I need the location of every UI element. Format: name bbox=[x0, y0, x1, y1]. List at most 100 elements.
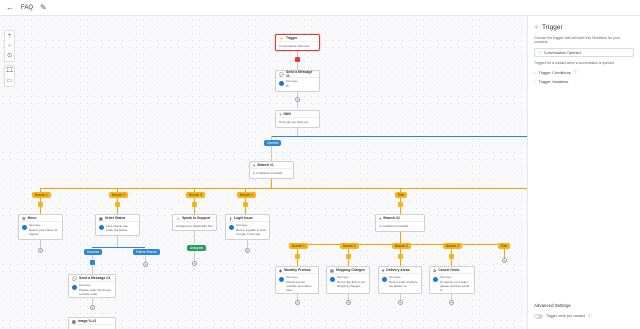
image-icon: ▦ bbox=[72, 318, 76, 324]
info-icon: ⓘ bbox=[587, 313, 592, 318]
fit-view-button[interactable]: ⊙ bbox=[7, 51, 12, 61]
edge bbox=[92, 247, 145, 248]
chat-icon: 💬 bbox=[279, 71, 284, 77]
branch-chip-opened[interactable]: Opened bbox=[264, 140, 282, 146]
support-node[interactable]: ☺ Speak to Support Assigned to Stephanie … bbox=[172, 214, 217, 231]
user-icon: ☺ bbox=[176, 215, 181, 221]
branch-chip[interactable]: Branch 1 bbox=[289, 243, 308, 249]
channel-icon bbox=[279, 81, 284, 86]
trigger-conditions-toggle[interactable]: › Trigger Conditions ⓘ bbox=[534, 69, 634, 75]
branch-chip[interactable]: Else bbox=[395, 192, 408, 198]
branch-chip[interactable]: Branch 4 bbox=[443, 243, 462, 249]
node-text: Here's a list of where we deliver to bbox=[389, 279, 418, 288]
info-icon: ⓘ bbox=[573, 69, 578, 74]
node-title: Send a Message #3 bbox=[78, 276, 111, 280]
branch-node[interactable]: ⑂ Branch #1 6 conditions provided bbox=[249, 161, 294, 179]
connector-handle bbox=[90, 260, 95, 265]
add-step-icon[interactable]: + bbox=[90, 305, 95, 310]
branch-chip[interactable]: Branch 4 bbox=[237, 192, 256, 198]
node-text: Conversation Opened bbox=[279, 44, 310, 48]
add-step-icon[interactable]: + bbox=[449, 300, 454, 305]
branch-chip[interactable]: Branch 2 bbox=[109, 192, 128, 198]
node-title: Delivery Areas bbox=[386, 268, 410, 272]
add-step-icon[interactable]: + bbox=[192, 261, 197, 266]
branch-icon: ⑂ bbox=[379, 215, 382, 221]
order-status-node[interactable]: ▣ Order Status Let's check your order via… bbox=[95, 214, 140, 236]
trigger-node[interactable]: ⚡ Trigger Conversation Opened bbox=[275, 34, 320, 51]
tool-b-button[interactable]: ▭ bbox=[7, 76, 13, 86]
canvas-tools: ⌶⌶ ▭ bbox=[4, 65, 15, 87]
branch-chip[interactable]: Branch 3 bbox=[186, 192, 205, 198]
arrow-left-icon[interactable]: ← bbox=[6, 3, 14, 12]
add-step-icon[interactable]: + bbox=[398, 300, 403, 305]
workflow-canvas[interactable]: + − ⊙ ⌶⌶ ▭ + Opened ⚡ Trigger Conversatio… bbox=[0, 16, 527, 329]
panel-description: Choose the trigger that will start this … bbox=[534, 36, 621, 44]
add-step-icon[interactable]: + bbox=[346, 300, 351, 305]
tool-a-button[interactable]: ⌶⌶ bbox=[6, 66, 13, 76]
assigned-chip[interactable]: Assigned bbox=[187, 245, 207, 251]
node-text: Let's check your order via status bbox=[106, 224, 129, 233]
node-text: How can we help you bbox=[279, 120, 309, 124]
trigger-variables-toggle[interactable]: › Trigger Variables bbox=[534, 79, 634, 84]
reply-node[interactable]: ? NNN How can we help you bbox=[275, 110, 320, 128]
connector-handle bbox=[398, 202, 403, 207]
node-title: Cancel Order bbox=[438, 268, 460, 272]
pencil-icon[interactable]: ✎ bbox=[40, 3, 47, 12]
zoom-in-button[interactable]: + bbox=[8, 31, 12, 41]
node-text: Assigned to Stephanie Tan bbox=[176, 224, 213, 228]
send-message-node[interactable]: 💬 Send a Message #3 Message Please enter t… bbox=[68, 274, 116, 298]
branch-chip-success[interactable]: Success bbox=[84, 249, 103, 255]
branch-chip[interactable]: Branch 2 bbox=[340, 243, 359, 249]
node-title: Send a Message #1 bbox=[285, 70, 313, 78]
chat-icon: ◔ bbox=[538, 50, 541, 55]
login-node[interactable]: ⚷ Login Issue Message Here's a guide to ho… bbox=[225, 214, 270, 240]
channel-icon bbox=[72, 285, 77, 290]
node-text: To cancel your order please send an emai… bbox=[440, 279, 470, 292]
channel-icon bbox=[330, 277, 335, 282]
connector-handle bbox=[398, 254, 403, 259]
monthly-promos-node[interactable]: ◈ Monthly Promos Message Check out our mon… bbox=[275, 266, 319, 294]
add-step-icon[interactable]: + bbox=[502, 258, 507, 263]
add-step-icon[interactable]: + bbox=[245, 248, 250, 253]
edge bbox=[271, 136, 527, 137]
add-step-icon[interactable]: + bbox=[295, 97, 300, 102]
add-step-icon[interactable]: + bbox=[143, 262, 148, 267]
send-message-node[interactable]: 💬 Send a Message #1 Message Hi bbox=[275, 70, 320, 92]
panel-title: Trigger bbox=[542, 24, 563, 31]
key-icon: ⚷ bbox=[229, 215, 232, 221]
chevron-right-icon: › bbox=[534, 69, 536, 75]
add-step-icon[interactable]: + bbox=[295, 300, 300, 305]
branch-node[interactable]: ⑂ Branch #2 4 conditions provided bbox=[375, 214, 425, 232]
menu-node[interactable]: ☰ Menu Message Select your menu for Ingram bbox=[18, 214, 63, 240]
branch-chip[interactable]: Branch 1 bbox=[32, 192, 51, 198]
delivery-node[interactable]: ⌖ Delivery Areas Message Here's a list of … bbox=[378, 266, 422, 294]
trigger-once-toggle[interactable] bbox=[534, 313, 543, 319]
node-text: Please enter the ID get to track order bbox=[79, 287, 111, 296]
connector-handle bbox=[192, 202, 197, 207]
box-icon: ▣ bbox=[99, 215, 103, 221]
sparkle-icon: ✧ bbox=[534, 25, 540, 31]
node-text: Here's the link to our shipping charges bbox=[337, 279, 366, 288]
image-node[interactable]: ▦ Image %-#1 bbox=[68, 317, 116, 329]
connector-handle bbox=[243, 202, 248, 207]
panel-header: ✧ Trigger bbox=[534, 24, 634, 31]
branch-chip[interactable]: Else bbox=[498, 243, 511, 249]
node-text: Hi bbox=[286, 83, 289, 88]
branch-chip-failure[interactable]: Failure Branch bbox=[133, 249, 160, 255]
trigger-select[interactable]: ◔ Conversation Opened bbox=[534, 48, 634, 57]
flash-icon: ⚡ bbox=[279, 35, 284, 41]
cancel-order-node[interactable]: ⊘ Cancel Order Message To cancel your orde… bbox=[429, 266, 475, 294]
branch-chip[interactable]: Branch 3 bbox=[392, 243, 411, 249]
edge bbox=[194, 251, 195, 261]
connector-handle bbox=[295, 254, 300, 259]
shipping-node[interactable]: ▤ Shipping Charges Message Here's the link… bbox=[326, 266, 370, 294]
channel-icon bbox=[279, 277, 284, 282]
chat-icon: 💬 bbox=[72, 275, 77, 281]
trigger-once-row: Trigger once per contact ⓘ bbox=[534, 313, 592, 319]
advanced-settings-heading: Advanced Settings bbox=[534, 303, 571, 308]
edge bbox=[40, 188, 527, 189]
zoom-out-button[interactable]: − bbox=[8, 41, 12, 51]
add-step-icon[interactable]: + bbox=[38, 248, 43, 253]
channel-icon bbox=[99, 225, 104, 230]
trigger-note: Triggers for a contact when a conversati… bbox=[534, 61, 614, 65]
